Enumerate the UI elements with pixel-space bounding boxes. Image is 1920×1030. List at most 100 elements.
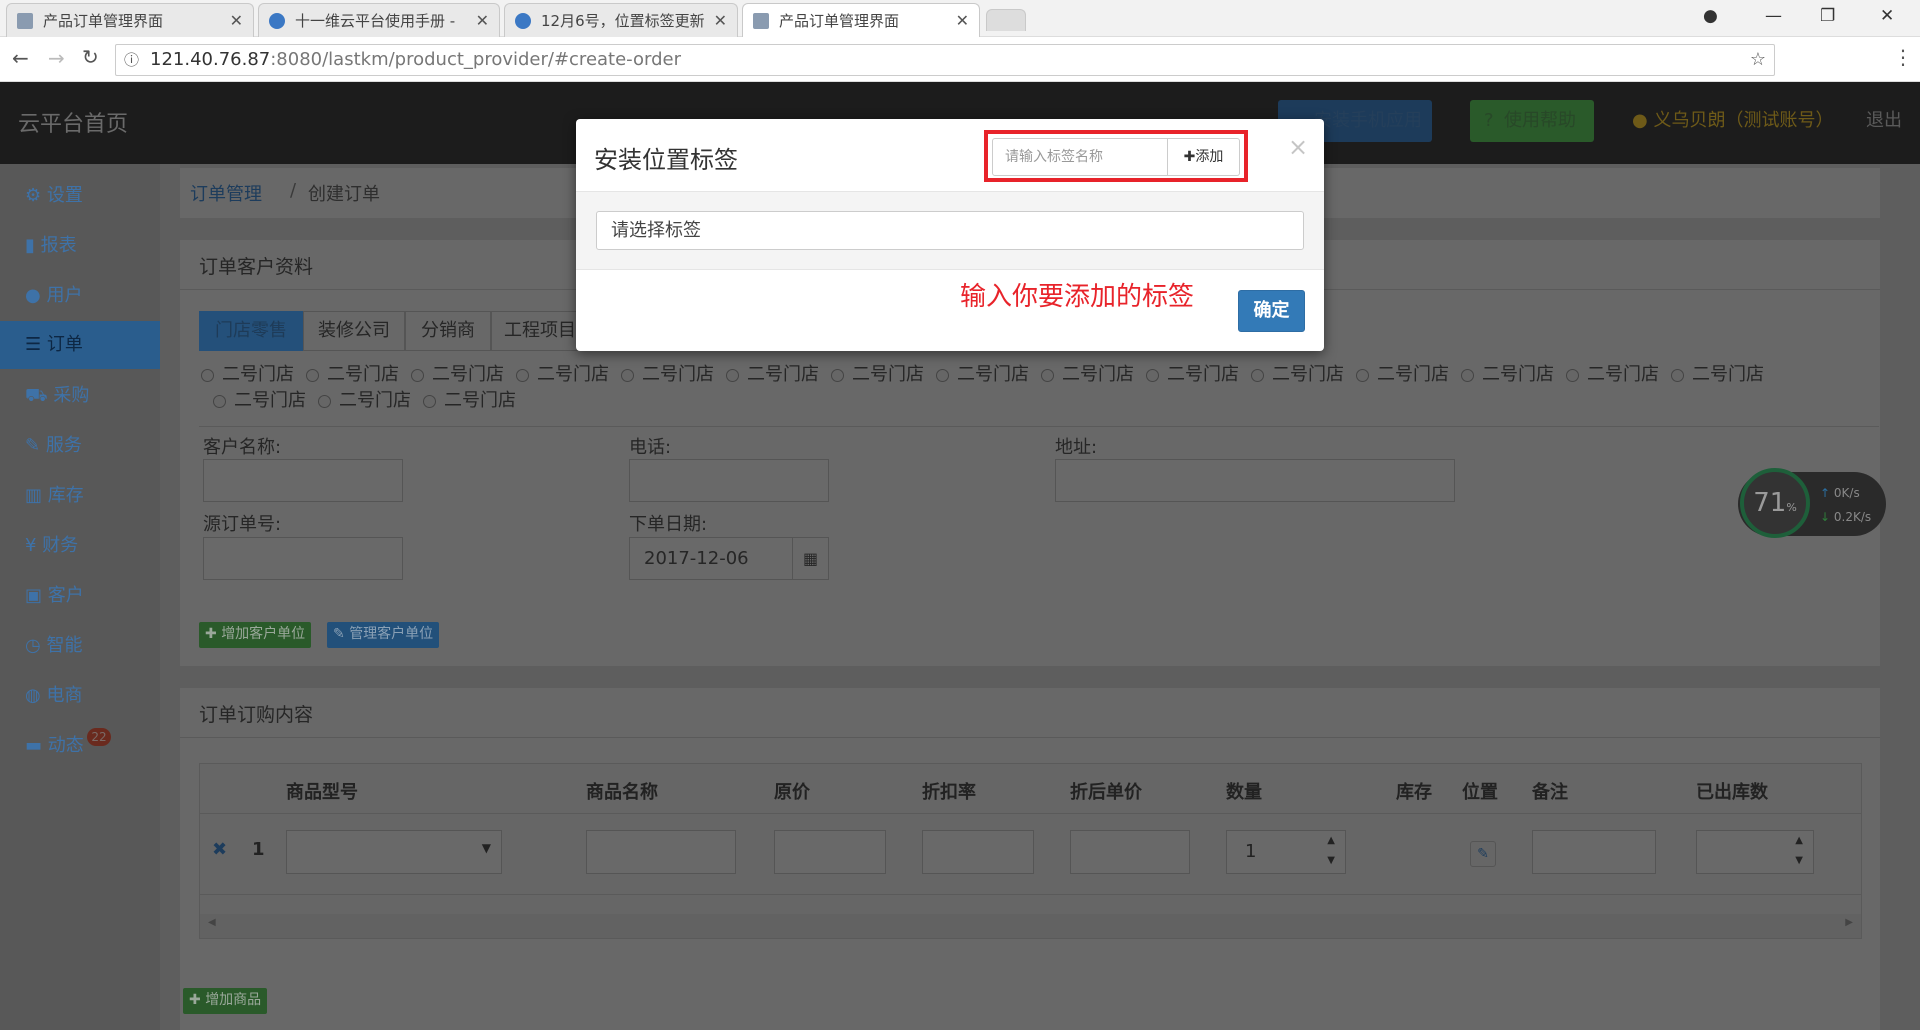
store-radio[interactable]: 二号门店 [1251, 362, 1344, 388]
user-link[interactable]: ● 义乌贝朗（测试账号） [1632, 106, 1833, 132]
confirm-button[interactable]: 确定 [1238, 290, 1305, 332]
sidebar-item-settings[interactable]: ⚙ 设置 [0, 172, 160, 220]
source-order-input[interactable] [203, 537, 403, 580]
store-radio[interactable]: 二号门店 [201, 362, 294, 388]
location-tag-modal: 安装位置标签 请输入标签名称 ✚添加 × 请选择标签 输入你要添加的标签 确定 [576, 119, 1324, 351]
product-name-input[interactable] [586, 830, 736, 874]
discount-rate-input[interactable] [922, 830, 1034, 874]
close-icon[interactable]: × [1288, 133, 1308, 161]
breadcrumb-link[interactable]: 订单管理 [190, 180, 262, 206]
tag-name-input[interactable]: 请输入标签名称 [992, 138, 1168, 176]
store-radio[interactable]: 二号门店 [423, 388, 516, 414]
calendar-icon[interactable]: ▦ [792, 537, 829, 580]
panel-title: 订单客户资料 [199, 256, 314, 278]
brand-link[interactable]: 云平台首页 [18, 106, 128, 138]
modal-header: 安装位置标签 请输入标签名称 ✚添加 × [576, 119, 1324, 192]
radio-icon [1356, 368, 1369, 382]
store-radio[interactable]: 二号门店 [1671, 362, 1764, 388]
forward-icon[interactable]: → [48, 46, 65, 70]
tab-distributor[interactable]: 分销商 [405, 311, 491, 351]
sidebar-item-inventory[interactable]: ▥ 库存 [0, 472, 160, 520]
note-input[interactable] [1532, 830, 1656, 874]
modal-body: 请选择标签 [576, 192, 1324, 270]
radio-icon [1146, 368, 1159, 382]
radio-icon [726, 368, 739, 382]
minimize-icon[interactable]: — [1765, 6, 1782, 26]
store-radio[interactable]: 二号门店 [213, 388, 306, 414]
store-radio[interactable]: 二号门店 [936, 362, 1029, 388]
sidebar-item-finance[interactable]: ¥ 财务 [0, 522, 160, 570]
manage-customer-unit-button[interactable]: ✎ 管理客户单位 [327, 622, 440, 648]
store-radio[interactable]: 二号门店 [411, 362, 504, 388]
original-price-input[interactable] [774, 830, 886, 874]
store-radio[interactable]: 二号门店 [1566, 362, 1659, 388]
close-tab-icon[interactable]: ✕ [714, 11, 727, 30]
menu-icon[interactable]: ⋮ [1893, 45, 1913, 69]
sidebar-item-activity[interactable]: ▬ 动态 22 [0, 722, 160, 770]
cpu-gauge: 71% [1740, 468, 1810, 538]
store-radio[interactable]: 二号门店 [726, 362, 819, 388]
order-date-input[interactable]: 2017-12-06 [629, 537, 793, 580]
radio-icon [1671, 368, 1684, 382]
sidebar-item-smart[interactable]: ◷ 智能 [0, 622, 160, 670]
profile-icon[interactable]: ● [1703, 6, 1718, 26]
close-tab-icon[interactable]: ✕ [476, 11, 489, 30]
sidebar-item-ecommerce[interactable]: ◍ 电商 [0, 672, 160, 720]
scroll-right-icon[interactable]: ▶ [1845, 917, 1853, 928]
network-speed-widget[interactable]: 71% ↑ 0K/s ↓ 0.2K/s [1738, 468, 1886, 538]
scroll-left-icon[interactable]: ◀ [208, 917, 216, 928]
logout-link[interactable]: 退出 [1866, 106, 1902, 132]
back-icon[interactable]: ← [12, 46, 29, 70]
sidebar-item-reports[interactable]: ▮ 报表 [0, 222, 160, 270]
remove-row-icon[interactable]: ✖ [212, 839, 227, 860]
store-radio[interactable]: 二号门店 [1356, 362, 1449, 388]
add-product-button[interactable]: ✚ 增加商品 [183, 988, 268, 1014]
close-tab-icon[interactable]: ✕ [956, 11, 969, 30]
store-radio[interactable]: 二号门店 [1146, 362, 1239, 388]
quantity-stepper[interactable]: 1 ▲ ▼ [1226, 830, 1346, 874]
phone-input[interactable] [629, 459, 829, 502]
store-radio[interactable]: 二号门店 [1041, 362, 1134, 388]
address-input[interactable] [1055, 459, 1455, 502]
user-icon: ● [1632, 110, 1648, 131]
reload-icon[interactable]: ↻ [82, 45, 99, 69]
sidebar-item-customers[interactable]: ▣ 客户 [0, 572, 160, 620]
store-radio[interactable]: 二号门店 [318, 388, 411, 414]
shipped-qty-stepper[interactable]: ▲ ▼ [1696, 830, 1814, 874]
horizontal-scrollbar[interactable]: ◀ ▶ [200, 914, 1861, 938]
add-customer-unit-button[interactable]: ✚ 增加客户单位 [199, 622, 312, 648]
discounted-price-input[interactable] [1070, 830, 1190, 874]
cart-icon: ⛟ [25, 385, 48, 406]
list-icon: ☰ [25, 334, 42, 355]
maximize-icon[interactable]: ❐ [1820, 6, 1835, 26]
edit-location-icon[interactable]: ✎ [1470, 841, 1496, 867]
sidebar-item-orders[interactable]: ☰ 订单 [0, 321, 160, 369]
add-tag-button[interactable]: ✚添加 [1168, 138, 1240, 176]
store-radio[interactable]: 二号门店 [621, 362, 714, 388]
bookmark-star-icon[interactable]: ☆ [1750, 45, 1766, 75]
browser-tab[interactable]: 十一维云平台使用手册 - ✕ [258, 3, 500, 37]
customer-name-input[interactable] [203, 459, 403, 502]
sidebar: ⚙ 设置 ▮ 报表 ● 用户 ☰ 订单 ⛟ 采购 ✎ 服务 ▥ 库存 ¥ 财务 … [0, 164, 160, 1030]
tab-retail[interactable]: 门店零售 [199, 311, 303, 351]
spinner-arrows-icon[interactable]: ▲ ▼ [1327, 831, 1335, 871]
new-tab-button[interactable] [986, 9, 1026, 31]
close-window-icon[interactable]: ✕ [1880, 6, 1894, 26]
close-tab-icon[interactable]: ✕ [230, 11, 243, 30]
store-radio[interactable]: 二号门店 [516, 362, 609, 388]
spinner-arrows-icon[interactable]: ▲ ▼ [1795, 831, 1803, 871]
product-model-select[interactable]: ▼ [286, 830, 502, 874]
browser-tab[interactable]: 产品订单管理界面 ✕ [6, 3, 254, 37]
sidebar-item-users[interactable]: ● 用户 [0, 272, 160, 320]
tag-select[interactable]: 请选择标签 [596, 211, 1304, 250]
browser-tab[interactable]: 12月6号，位置标签更新 ✕ [504, 3, 738, 37]
help-button[interactable]: ? 使用帮助 [1470, 100, 1594, 142]
store-radio[interactable]: 二号门店 [306, 362, 399, 388]
url-input[interactable]: ⓘ 121.40.76.87:8080/lastkm/product_provi… [115, 44, 1775, 76]
store-radio[interactable]: 二号门店 [1461, 362, 1554, 388]
tab-decoration[interactable]: 装修公司 [303, 311, 405, 351]
store-radio[interactable]: 二号门店 [831, 362, 924, 388]
browser-tab-active[interactable]: 产品订单管理界面 ✕ [742, 3, 980, 37]
sidebar-item-service[interactable]: ✎ 服务 [0, 422, 160, 470]
sidebar-item-purchase[interactable]: ⛟ 采购 [0, 372, 160, 420]
